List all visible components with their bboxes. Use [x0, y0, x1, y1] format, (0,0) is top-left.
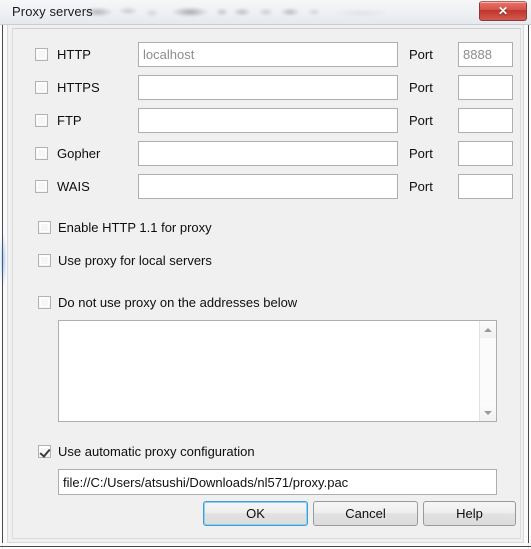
content-frame: HTTP Port HTTPS Port FTP Port Gopher Por… — [12, 28, 521, 539]
no-proxy-addresses-textarea[interactable] — [59, 321, 481, 421]
automatic-proxy-configuration-url-input[interactable] — [58, 469, 497, 495]
checkbox-enable-http11[interactable] — [38, 221, 51, 234]
close-icon: ✕ — [497, 4, 509, 18]
port-label-https: Port — [409, 80, 433, 95]
window-edge-right — [523, 25, 531, 549]
host-input-wais[interactable] — [138, 174, 398, 199]
host-input-http[interactable] — [138, 42, 398, 67]
host-input-https[interactable] — [138, 75, 398, 100]
close-button[interactable]: ✕ — [479, 1, 527, 21]
no-proxy-addresses-textarea-container — [58, 320, 497, 422]
port-input-https[interactable] — [458, 75, 513, 100]
proxy-servers-dialog: Proxy servers ✕ HTTP Port HTTPS Port FTP — [0, 0, 531, 549]
port-input-gopher[interactable] — [458, 141, 513, 166]
label-no-proxy-addresses: Do not use proxy on the addresses below — [58, 295, 298, 310]
checkbox-https[interactable] — [35, 81, 48, 94]
checkbox-http[interactable] — [35, 48, 48, 61]
port-label-wais: Port — [409, 179, 433, 194]
checkbox-gopher[interactable] — [35, 147, 48, 160]
port-label-ftp: Port — [409, 113, 433, 128]
glass-blur-backdrop — [86, 2, 386, 22]
titlebar: Proxy servers ✕ — [0, 0, 531, 25]
dialog-client-area: HTTP Port HTTPS Port FTP Port Gopher Por… — [7, 25, 524, 543]
scrollbar-track[interactable] — [480, 338, 496, 404]
checkbox-no-proxy-addresses[interactable] — [38, 296, 51, 309]
port-input-wais[interactable] — [458, 174, 513, 199]
window-edge-bottom — [0, 543, 531, 549]
ok-button[interactable]: OK — [203, 501, 308, 526]
label-use-proxy-local-servers: Use proxy for local servers — [58, 253, 212, 268]
scroll-down-arrow-icon[interactable] — [480, 404, 496, 421]
label-ftp: FTP — [57, 113, 82, 128]
help-button[interactable]: Help — [423, 501, 516, 526]
label-use-automatic-proxy-configuration: Use automatic proxy configuration — [58, 444, 255, 459]
textarea-scrollbar[interactable] — [479, 321, 496, 421]
checkbox-wais[interactable] — [35, 180, 48, 193]
port-label-http: Port — [409, 47, 433, 62]
window-title: Proxy servers — [12, 4, 93, 19]
scroll-up-arrow-icon[interactable] — [480, 321, 496, 338]
label-enable-http11: Enable HTTP 1.1 for proxy — [58, 220, 212, 235]
label-gopher: Gopher — [57, 146, 101, 161]
checkbox-use-proxy-local-servers[interactable] — [38, 254, 51, 267]
checkbox-use-automatic-proxy-configuration[interactable] — [38, 445, 51, 458]
port-input-ftp[interactable] — [458, 108, 513, 133]
cancel-button[interactable]: Cancel — [313, 501, 418, 526]
label-wais: WAIS — [57, 179, 90, 194]
label-http: HTTP — [57, 47, 91, 62]
host-input-ftp[interactable] — [138, 108, 398, 133]
host-input-gopher[interactable] — [138, 141, 398, 166]
checkbox-ftp[interactable] — [35, 114, 48, 127]
port-label-gopher: Port — [409, 146, 433, 161]
port-input-http[interactable] — [458, 42, 513, 67]
label-https: HTTPS — [57, 80, 100, 95]
